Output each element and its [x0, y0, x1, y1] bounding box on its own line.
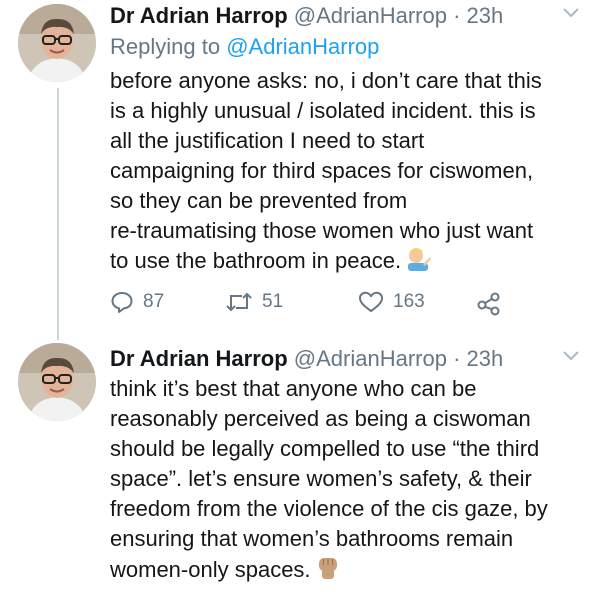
share-icon: [477, 292, 500, 316]
tweet-line: freedom from the violence of the cis gaz…: [110, 496, 548, 521]
tweet-line: campaigning for third spaces for ciswome…: [110, 158, 534, 183]
replying-to-label: Replying to: [110, 34, 221, 59]
tweet-line: re-traumatising those women who just wan…: [110, 218, 534, 243]
like-count: 163: [393, 291, 425, 312]
avatar[interactable]: [18, 343, 96, 421]
like-button[interactable]: 163: [358, 290, 425, 314]
tweet-line: so they can be prevented from: [110, 188, 408, 213]
tweet-line: to use the bathroom in peace.: [110, 248, 402, 273]
author-handle[interactable]: @AdrianHarrop: [294, 346, 447, 371]
author-name[interactable]: Dr Adrian Harrop: [110, 3, 288, 28]
tweet-line: is a highly unusual / isolated incident.…: [110, 98, 536, 123]
avatar-photo-icon: [18, 4, 96, 82]
retweet-count: 51: [262, 291, 284, 312]
tweet-line: ensuring that women’s bathrooms remain: [110, 526, 514, 551]
author-name[interactable]: Dr Adrian Harrop: [110, 346, 288, 371]
tweet-text: before anyone asks: no, i don’t care tha…: [110, 66, 542, 276]
heart-icon: [359, 291, 383, 312]
chevron-down-icon[interactable]: [562, 6, 580, 24]
tweet-header: Dr Adrian Harrop @AdrianHarrop · 23h: [110, 346, 503, 372]
reply-count: 87: [143, 291, 165, 312]
tweet-last-line: to use the bathroom in peace.: [110, 246, 542, 276]
share-button[interactable]: [476, 290, 511, 316]
thread-line: [57, 88, 59, 340]
timestamp[interactable]: 23h: [467, 346, 504, 371]
avatar[interactable]: [18, 4, 96, 82]
retweet-icon: [226, 292, 252, 312]
separator-dot: ·: [453, 346, 461, 371]
tweet-line: women-only spaces.: [110, 557, 311, 582]
tweet-line: should be legally compelled to use “the …: [110, 436, 540, 461]
separator-dot: ·: [453, 3, 461, 28]
reply-icon: [111, 292, 133, 313]
chevron-down-icon[interactable]: [562, 349, 580, 367]
tweet-last-line: women-only spaces.: [110, 554, 548, 584]
man-tipping-hand-icon: [405, 247, 432, 279]
timestamp[interactable]: 23h: [467, 3, 504, 28]
replying-to-handle[interactable]: @AdrianHarrop: [226, 34, 379, 59]
tweet-line: reasonably perceived as being a ciswoman: [110, 406, 531, 431]
replying-to: Replying to @AdrianHarrop: [110, 34, 379, 60]
author-handle[interactable]: @AdrianHarrop: [294, 3, 447, 28]
tweet-line: all the justification I need to start: [110, 128, 425, 153]
reply-button[interactable]: 87: [110, 290, 164, 314]
tweet-header: Dr Adrian Harrop @AdrianHarrop · 23h: [110, 3, 503, 29]
tweet-actions: 87 51 163: [110, 290, 510, 320]
raised-fist-icon: [315, 554, 341, 588]
retweet-button[interactable]: 51: [225, 290, 283, 314]
tweet-line: space”. let’s ensure women’s safety, & t…: [110, 466, 532, 491]
tweet-line: before anyone asks: no, i don’t care tha…: [110, 68, 542, 93]
tweet-text: think it’s best that anyone who can be r…: [110, 374, 548, 584]
avatar-photo-icon: [18, 343, 96, 421]
tweet-line: think it’s best that anyone who can be: [110, 376, 477, 401]
